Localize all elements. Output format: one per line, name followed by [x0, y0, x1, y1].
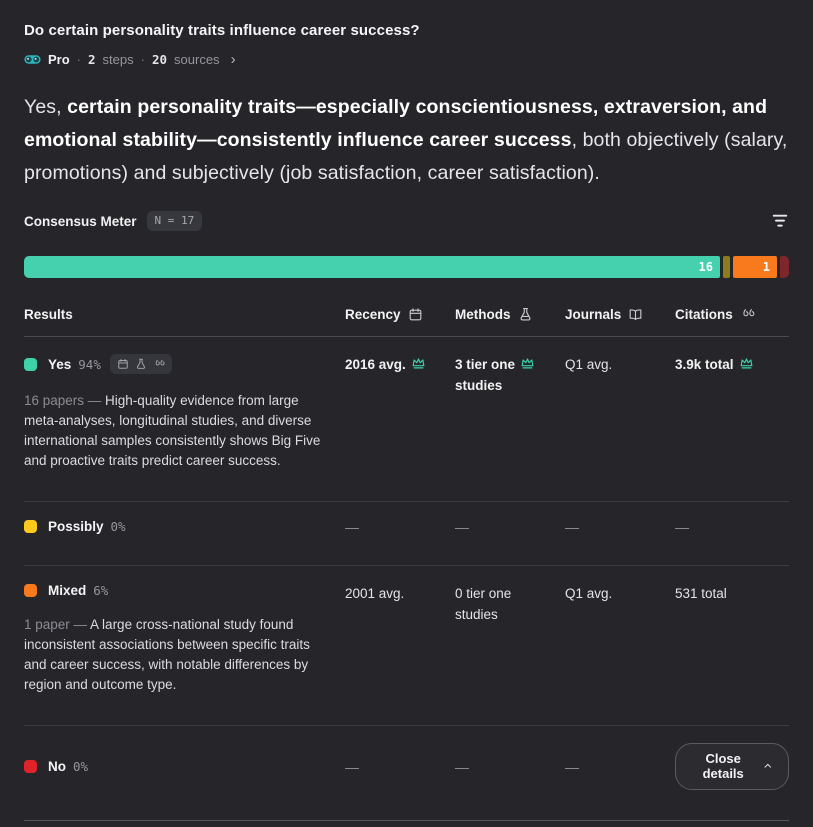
column-recency: Recency: [345, 307, 455, 322]
result-row-mixed: Mixed 6% 1 paper — A large cross-nationa…: [24, 566, 789, 711]
sample-size-badge: N = 17: [146, 211, 203, 231]
cell-recency: 2016 avg.: [345, 354, 455, 375]
meter-segment-possibly[interactable]: [723, 256, 730, 278]
crown-icon: [740, 358, 752, 369]
filter-icon: [772, 214, 788, 227]
crown-icon: [521, 358, 534, 369]
result-percent: 6%: [93, 583, 109, 598]
cell-recency: 2001 avg.: [345, 586, 405, 601]
quotes-icon: [743, 309, 755, 317]
yes-dot: [24, 357, 37, 371]
consensus-meter-title: Consensus Meter: [24, 213, 137, 229]
cell-citations: 531 total: [675, 586, 727, 601]
cell-recency-empty: —: [345, 758, 359, 775]
crown-icon: [412, 358, 425, 369]
flask-icon: [136, 358, 145, 369]
cell-methods: 0 tier one studies: [455, 586, 512, 622]
cell-journals: Q1 avg.: [565, 357, 613, 372]
meta-separator: ·: [140, 52, 145, 67]
meta-separator: ·: [76, 52, 82, 67]
sources-label: sources: [174, 52, 220, 67]
flask-icon: [520, 308, 530, 321]
no-dot: [24, 760, 37, 773]
cell-recency-empty: —: [345, 519, 359, 535]
mixed-dot: [24, 584, 37, 597]
cell-journals-empty: —: [565, 758, 579, 775]
result-percent: 0%: [110, 519, 126, 534]
result-row-no: No 0% — — — Close details: [24, 726, 789, 806]
chevron-right-icon[interactable]: ›: [231, 52, 236, 67]
column-results: Results: [24, 307, 73, 322]
column-citations: Citations: [675, 307, 789, 322]
calendar-icon: [409, 308, 421, 321]
result-label: Yes: [48, 356, 72, 372]
quotes-icon: [155, 359, 165, 366]
sources-count: 20: [151, 52, 168, 67]
filter-button[interactable]: [771, 213, 789, 229]
column-journals: Journals: [565, 307, 675, 322]
cell-methods: 3 tier one studies: [455, 354, 565, 396]
result-percent: 0%: [73, 759, 89, 774]
segment-count: 16: [698, 260, 713, 274]
result-row-possibly: Possibly 0% — — — —: [24, 502, 789, 551]
cell-citations: 3.9k total: [675, 354, 789, 375]
result-description: 16 papers — High-quality evidence from l…: [24, 393, 321, 468]
cell-journals: Q1 avg.: [565, 586, 613, 601]
metrics-badge[interactable]: [109, 354, 172, 374]
calendar-icon: [118, 359, 128, 369]
cell-methods-empty: —: [455, 519, 469, 535]
consensus-meter-bar[interactable]: 16 1: [24, 256, 789, 278]
result-description: 1 paper — A large cross-national study f…: [24, 617, 310, 692]
chevron-up-icon: [764, 763, 772, 768]
cell-journals-empty: —: [565, 519, 579, 535]
binoculars-icon: [24, 53, 41, 66]
cell-methods-empty: —: [455, 758, 469, 775]
meter-segment-yes[interactable]: 16: [24, 256, 720, 278]
consensus-meter-header: Consensus Meter N = 17: [24, 211, 789, 231]
possibly-dot: [24, 520, 37, 533]
steps-count: 2: [88, 52, 96, 67]
mode-label: Pro: [48, 52, 70, 67]
result-label: Mixed: [48, 583, 87, 598]
cell-citations-empty: —: [675, 519, 689, 535]
result-label: Possibly: [48, 519, 104, 534]
segment-count: 1: [762, 260, 770, 274]
steps-label: steps: [102, 52, 134, 67]
result-percent: 94%: [78, 356, 101, 372]
book-icon: [629, 309, 642, 320]
column-methods: Methods: [455, 307, 565, 322]
run-meta-bar[interactable]: Pro · 2 steps · 20 sources ›: [24, 52, 789, 67]
result-row-yes: Yes 94% 16 papers — High-quality evidenc…: [24, 337, 789, 487]
answer-text: Yes, certain personality traits—especial…: [24, 96, 788, 184]
meter-segment-no[interactable]: [780, 256, 789, 278]
results-table-header: Results Recency Methods Journals Citatio…: [24, 307, 789, 322]
result-label: No: [48, 759, 66, 774]
close-details-button[interactable]: Close details: [675, 743, 789, 790]
meter-segment-mixed[interactable]: 1: [733, 256, 777, 278]
page-title: Do certain personality traits influence …: [24, 22, 420, 39]
